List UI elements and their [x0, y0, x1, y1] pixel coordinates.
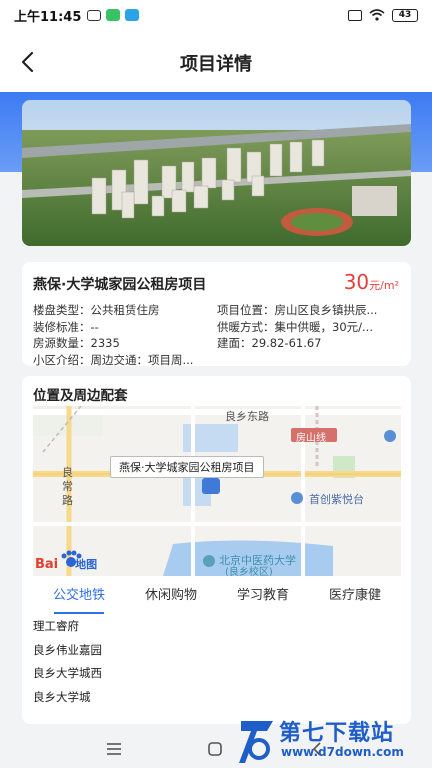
mute-icon [87, 9, 102, 21]
tab-label: 休闲购物 [144, 588, 197, 603]
price-unit: 元/m² [369, 279, 399, 292]
attribute-row: 装修标准：-- 供暖方式：集中供暖，30元/... [33, 319, 403, 336]
location-map[interactable]: 良乡东路 良 常 路 房山线 首创紫悦台 北京中医药大学 (良乡校区) Bai 地… [33, 406, 401, 576]
tab-indicator [54, 612, 104, 614]
battery-icon: 43 [392, 8, 418, 22]
list-item: 良乡大学城 [33, 689, 91, 704]
attribute-value: 集中供暖，30元/... [274, 319, 373, 334]
baidu-map-logo: Bai 地图 [35, 556, 97, 572]
baidu-logo-text: 地图 [75, 558, 98, 571]
attribute-label: 建面： [217, 336, 252, 350]
map-poi-label: 首创紫悦台 [309, 493, 364, 506]
map-metro-label: 房山线 [296, 433, 326, 444]
page-title: 项目详情 [180, 54, 252, 75]
project-name: 燕保·大学城家园公租房项目 [33, 277, 207, 293]
app-notification-icon [106, 9, 121, 21]
wifi-icon [369, 9, 385, 21]
list-item: 理工睿府 [33, 619, 79, 633]
watermark-logo [239, 721, 273, 763]
tab-medical[interactable]: 医疗康健 [309, 582, 401, 614]
home-icon[interactable] [206, 739, 224, 759]
tab-label: 医疗康健 [328, 588, 381, 603]
watermark-text: 第七下载站 [279, 721, 395, 746]
tab-education[interactable]: 学习教育 [217, 582, 309, 614]
attribute-label: 供暖方式： [217, 319, 275, 334]
attribute-label: 装修标准： [33, 319, 91, 334]
baidu-logo-text: Bai [35, 557, 59, 572]
project-photo[interactable] [22, 100, 411, 246]
tab-label: 公交地铁 [52, 588, 105, 603]
watermark: 第七下载站 www.d7down.com [237, 715, 432, 768]
transit-stop-list: 理工睿府 良乡伟业嘉园 良乡大学城西 良乡大学城 [33, 616, 401, 710]
location-card: 位置及周边配套 良乡东路 良 常 路 房山线 首创紫悦台 北京中医药大学 (良乡… [22, 376, 411, 724]
upload-notification-icon [125, 9, 140, 21]
menu-icon[interactable] [105, 739, 123, 759]
watermark-url: www.d7down.com [281, 745, 404, 759]
project-info-card: 燕保·大学城家园公租房项目 30元/m² 楼盘类型：公共租赁住房 项目位置：房山… [22, 262, 411, 368]
no-sim-icon [348, 9, 362, 21]
map-road-label: 路 [62, 494, 73, 507]
map-road-label: 良乡东路 [225, 410, 269, 423]
map-poi-label: (良乡校区) [225, 567, 273, 576]
attribute-value: -- [90, 319, 99, 334]
location-title: 位置及周边配套 [33, 388, 128, 404]
attribute-label: 楼盘类型： [33, 303, 91, 317]
list-item: 良乡大学城西 [33, 666, 102, 680]
nearby-tabs: 公交地铁 休闲购物 学习教育 医疗康健 [33, 582, 401, 614]
list-item: 良乡伟业嘉园 [33, 642, 102, 657]
attribute-value: 周边交通：项目周... [90, 352, 194, 367]
status-right: 43 [348, 8, 418, 22]
tab-shopping[interactable]: 休闲购物 [125, 582, 217, 614]
attribute-row: 房源数量：2335 建面：29.82-61.67 [33, 335, 403, 352]
price-value: 30 [343, 270, 370, 294]
attribute-value: 2335 [90, 336, 120, 350]
attribute-value: 公共租赁住房 [90, 303, 160, 317]
tab-transit[interactable]: 公交地铁 [33, 582, 125, 614]
attribute-row[interactable]: 小区介绍：周边交通：项目周... [33, 352, 403, 369]
attribute-row: 楼盘类型：公共租赁住房 项目位置：房山区良乡镇拱辰... [33, 302, 403, 319]
status-time: 上午11:45 [14, 9, 82, 25]
attribute-value: 房山区良乡镇拱辰... [274, 303, 378, 317]
attribute-label: 项目位置： [217, 303, 275, 317]
status-bar: 上午11:45 43 [0, 0, 432, 30]
project-price: 30元/m² [344, 270, 399, 294]
app-header: 项目详情 [0, 30, 432, 92]
attribute-label: 房源数量： [33, 336, 91, 350]
tab-label: 学习教育 [236, 588, 289, 603]
map-project-label: 燕保·大学城家园公租房项目 [110, 456, 264, 478]
project-photo-image [22, 100, 411, 246]
attribute-value: 29.82-61.67 [251, 336, 322, 350]
project-attributes: 楼盘类型：公共租赁住房 项目位置：房山区良乡镇拱辰... 装修标准：-- 供暖方… [33, 302, 403, 368]
attribute-label: 小区介绍： [33, 352, 91, 367]
